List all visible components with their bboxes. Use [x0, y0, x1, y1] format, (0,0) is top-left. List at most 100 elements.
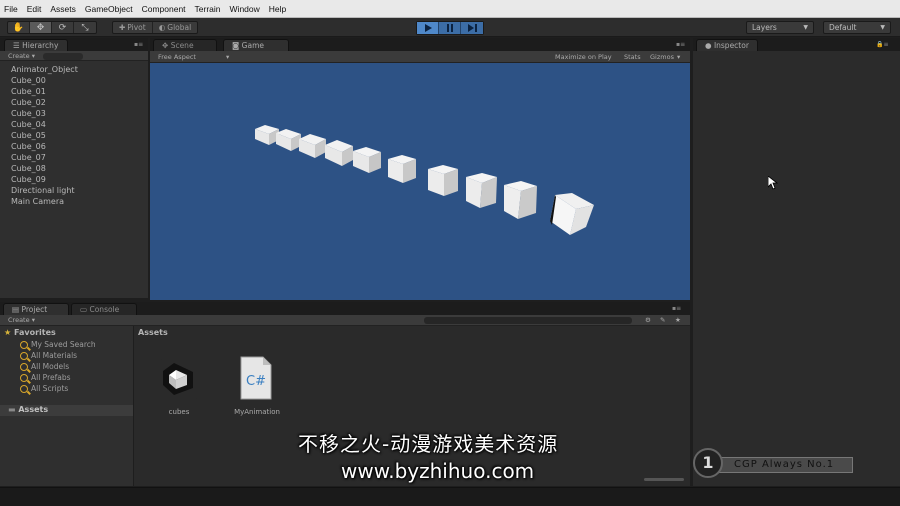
cube-08 [504, 181, 537, 219]
chevron-down-icon: ▾ [677, 53, 681, 61]
assets-folder[interactable]: ▬ Assets [0, 405, 133, 416]
toolbar: ✋ ✥ ⟳ ⤡ ✚ Pivot ◐ Global Layers ▼ Default ▼ [0, 18, 900, 37]
list-item[interactable]: Cube_02 [11, 98, 46, 107]
console-icon: ▭ [80, 305, 88, 314]
project-create-button[interactable]: Create ▾ [8, 315, 35, 325]
cube-02 [299, 134, 326, 158]
pivot-button[interactable]: ✚ Pivot [113, 22, 153, 33]
list-item[interactable]: Cube_01 [11, 87, 46, 96]
stats-toggle[interactable]: Stats [624, 51, 641, 63]
hierarchy-search-input[interactable] [43, 52, 84, 60]
play-button[interactable] [417, 22, 439, 34]
list-item[interactable]: Main Camera [11, 197, 64, 206]
hierarchy-create-button[interactable]: Create [8, 52, 30, 60]
menu-terrain[interactable]: Terrain [195, 4, 221, 14]
panel-menu-icon[interactable]: ▪≡ [676, 41, 685, 48]
list-item[interactable]: Cube_06 [11, 142, 46, 151]
layout-dropdown[interactable]: Default ▼ [823, 21, 891, 34]
favorite-item[interactable]: All Scripts [20, 384, 68, 393]
favorite-item[interactable]: All Materials [20, 351, 77, 360]
global-label: Global [167, 23, 192, 32]
game-icon: ◙ [232, 41, 240, 50]
asset-cubes[interactable] [156, 356, 202, 402]
game-tabbar: ✥ Scene ◙ Game ▪≡ [150, 38, 690, 51]
status-bar [0, 487, 900, 506]
game-viewport[interactable] [150, 63, 690, 300]
tab-scene-label: Scene [170, 41, 194, 50]
panel-menu-icon[interactable]: ▪≡ [672, 305, 681, 312]
layers-label: Layers [752, 23, 777, 32]
info-icon: ● [705, 41, 712, 50]
star-filter-icon[interactable]: ★ [675, 315, 681, 325]
tab-hierarchy[interactable]: ☰ Hierarchy [4, 39, 68, 51]
gizmos-toggle[interactable]: Gizmos [650, 51, 674, 63]
scale-tool-icon[interactable]: ⤡ [74, 22, 96, 33]
folder-icon: ▬ [8, 405, 16, 414]
tab-console-label: Console [89, 305, 120, 314]
favorite-item[interactable]: All Prefabs [20, 373, 71, 382]
star-icon: ★ [4, 328, 12, 337]
favorite-item-label: All Models [31, 362, 70, 371]
project-create-label: Create [8, 316, 30, 324]
favorites-header[interactable]: ★ Favorites [4, 328, 56, 337]
inspector-tabbar: ● Inspector 🔒≡ [693, 38, 900, 51]
zoom-slider[interactable] [644, 478, 684, 481]
panel-menu-icon[interactable]: ▪≡ [134, 41, 143, 48]
list-item[interactable]: Cube_09 [11, 175, 46, 184]
inspector-panel [693, 51, 900, 486]
tab-game[interactable]: ◙ Game [223, 39, 289, 51]
step-button[interactable] [461, 22, 483, 34]
move-tool-icon[interactable]: ✥ [30, 22, 52, 33]
lock-icon[interactable]: 🔒≡ [876, 41, 889, 48]
pause-button[interactable] [439, 22, 461, 34]
hierarchy-panel: Create ▾ Animator_Object Cube_00 Cube_01… [0, 51, 148, 298]
hand-tool-icon[interactable]: ✋ [8, 22, 30, 33]
list-item[interactable]: Cube_03 [11, 109, 46, 118]
maximize-on-play-toggle[interactable]: Maximize on Play [555, 51, 612, 63]
favorite-item-label: All Materials [31, 351, 78, 360]
favorite-item-label: All Scripts [31, 384, 69, 393]
tab-console[interactable]: ▭ Console [71, 303, 137, 315]
asset-myanimation[interactable]: C# [240, 356, 272, 400]
global-button[interactable]: ◐ Global [153, 22, 197, 33]
menu-gameobject[interactable]: GameObject [85, 4, 133, 14]
favorite-item-label: All Prefabs [31, 373, 71, 382]
menu-assets[interactable]: Assets [50, 4, 76, 14]
cube-07 [466, 173, 497, 208]
filter-label-icon[interactable]: ✎ [660, 315, 665, 325]
favorite-item[interactable]: All Models [20, 362, 69, 371]
menu-window[interactable]: Window [230, 4, 260, 14]
globe-icon: ◐ [158, 23, 166, 32]
filter-type-icon[interactable]: ⚙ [645, 315, 651, 325]
list-item[interactable]: Cube_08 [11, 164, 46, 173]
chevron-down-icon: ▾ [226, 53, 230, 61]
menu-edit[interactable]: Edit [27, 4, 42, 14]
chevron-down-icon: ▾ [31, 52, 35, 60]
search-icon [20, 373, 28, 382]
asset-myanimation-label: MyAnimation [234, 408, 280, 416]
tab-scene[interactable]: ✥ Scene [153, 39, 217, 51]
list-item[interactable]: Cube_07 [11, 153, 46, 162]
asset-cubes-label: cubes [168, 408, 190, 416]
cgp-number-circle: 1 [693, 448, 723, 478]
tab-project[interactable]: ▤ Project [3, 303, 69, 315]
list-item[interactable]: Cube_05 [11, 131, 46, 140]
project-toolbar: Create ▾ ⚙ ✎ ★ [0, 315, 690, 326]
list-item[interactable]: Cube_04 [11, 120, 46, 129]
tab-hierarchy-label: Hierarchy [22, 41, 59, 50]
assets-breadcrumb: Assets [138, 328, 168, 337]
list-item[interactable]: Cube_00 [11, 76, 46, 85]
rotate-tool-icon[interactable]: ⟳ [52, 22, 74, 33]
aspect-dropdown[interactable]: Free Aspect ▾ [158, 51, 229, 63]
list-item[interactable]: Directional light [11, 186, 75, 195]
menu-file[interactable]: File [4, 4, 18, 14]
menu-component[interactable]: Component [142, 4, 186, 14]
step-icon [467, 24, 477, 32]
search-icon [20, 362, 28, 371]
layers-dropdown[interactable]: Layers ▼ [746, 21, 814, 34]
tab-inspector[interactable]: ● Inspector [696, 39, 758, 51]
project-search-input[interactable] [424, 317, 632, 324]
favorite-item[interactable]: My Saved Search [20, 340, 96, 349]
list-item[interactable]: Animator_Object [11, 65, 78, 74]
menu-help[interactable]: Help [269, 4, 286, 14]
